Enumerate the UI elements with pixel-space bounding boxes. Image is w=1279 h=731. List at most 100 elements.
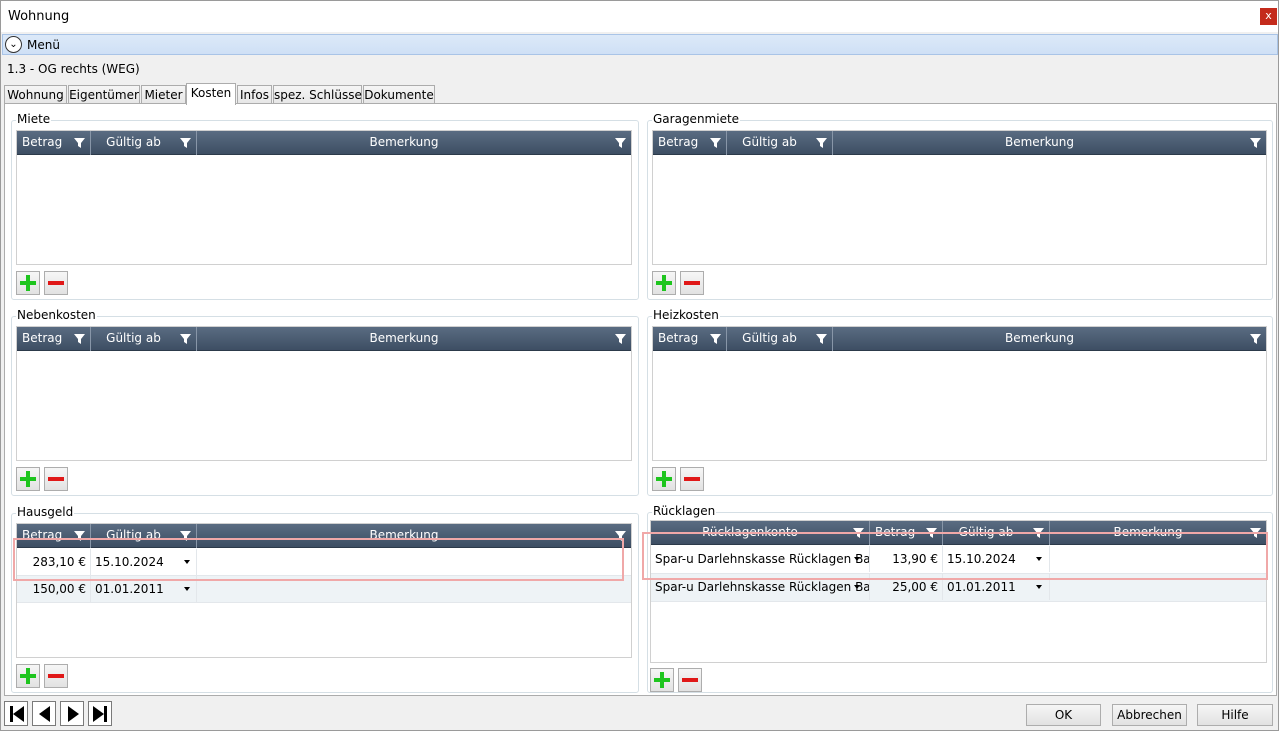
dropdown-arrow-icon[interactable] [184, 587, 190, 591]
cell-betrag[interactable]: 283,10 € [17, 549, 91, 575]
cell-gueltig-ab[interactable]: 15.10.2024 [91, 549, 197, 575]
cell-betrag[interactable]: 150,00 € [17, 576, 91, 602]
column-header-bemerkung[interactable]: Bemerkung [197, 327, 631, 351]
column-header-betrag[interactable]: Betrag [653, 131, 727, 155]
column-header-gueltig-ab[interactable]: Gültig ab [91, 131, 197, 155]
filter-icon[interactable] [1250, 528, 1261, 538]
cell-gueltig-ab[interactable]: 01.01.2011 [91, 576, 197, 602]
cell-gueltig-ab[interactable]: 01.01.2011 [943, 574, 1050, 600]
tab-spez-schluessel[interactable]: spez. Schlüssel [273, 85, 365, 105]
column-header-bemerkung[interactable]: Bemerkung [1050, 521, 1266, 545]
table-row[interactable]: 283,10 € 15.10.2024 [17, 549, 631, 576]
table-row[interactable]: 150,00 € 01.01.2011 [17, 576, 631, 603]
garagenmiete-add-button[interactable] [652, 271, 676, 295]
column-header-gueltig-ab[interactable]: Gültig ab [91, 524, 197, 548]
filter-icon[interactable] [615, 531, 626, 541]
cancel-button[interactable]: Abbrechen [1112, 704, 1187, 726]
filter-icon[interactable] [615, 334, 626, 344]
column-header-bemerkung[interactable]: Bemerkung [833, 131, 1266, 155]
column-header-betrag[interactable]: Betrag [17, 131, 91, 155]
column-header-betrag[interactable]: Betrag [17, 524, 91, 548]
heizkosten-remove-button[interactable] [680, 467, 704, 491]
miete-grid[interactable]: Betrag Gültig ab Bemerkung [16, 130, 632, 265]
dropdown-arrow-icon[interactable] [854, 585, 860, 589]
column-header-gueltig-ab[interactable]: Gültig ab [91, 327, 197, 351]
garagenmiete-grid[interactable]: Betrag Gültig ab Bemerkung [652, 130, 1267, 265]
cell-bemerkung[interactable] [1050, 574, 1266, 600]
dropdown-arrow-icon[interactable] [1036, 585, 1042, 589]
tab-wohnung[interactable]: Wohnung [4, 85, 67, 105]
column-header-gueltig-ab[interactable]: Gültig ab [727, 131, 833, 155]
column-header-bemerkung[interactable]: Bemerkung [197, 524, 631, 548]
cell-bemerkung[interactable] [197, 549, 631, 575]
filter-icon[interactable] [816, 334, 827, 344]
last-record-icon [93, 706, 104, 722]
miete-add-button[interactable] [16, 271, 40, 295]
filter-icon[interactable] [615, 138, 626, 148]
last-record-button[interactable] [88, 701, 112, 726]
garagenmiete-remove-button[interactable] [680, 271, 704, 295]
filter-icon[interactable] [1033, 528, 1044, 538]
column-header-gueltig-ab[interactable]: Gültig ab [727, 327, 833, 351]
tab-kosten[interactable]: Kosten [186, 83, 236, 105]
ruecklagen-grid[interactable]: Rücklagenkonto Betrag Gültig ab Bemerkun… [650, 520, 1267, 663]
filter-icon[interactable] [710, 138, 721, 148]
filter-icon[interactable] [180, 531, 191, 541]
column-header-ruecklagenkonto[interactable]: Rücklagenkonto [651, 521, 870, 545]
filter-icon[interactable] [74, 531, 85, 541]
filter-icon[interactable] [926, 528, 937, 538]
miete-remove-button[interactable] [44, 271, 68, 295]
cell-gueltig-ab[interactable]: 15.10.2024 [943, 546, 1050, 572]
ok-button[interactable]: OK [1026, 704, 1101, 726]
hausgeld-remove-button[interactable] [44, 664, 68, 688]
nebenkosten-add-button[interactable] [16, 467, 40, 491]
filter-icon[interactable] [816, 138, 827, 148]
first-record-button[interactable] [4, 701, 28, 726]
filter-icon[interactable] [74, 138, 85, 148]
cell-bemerkung[interactable] [1050, 546, 1266, 572]
tab-infos[interactable]: Infos [237, 85, 272, 105]
help-button[interactable]: Hilfe [1197, 704, 1273, 726]
cell-bemerkung[interactable] [197, 576, 631, 602]
cell-betrag[interactable]: 13,90 € [870, 546, 943, 572]
filter-icon[interactable] [180, 334, 191, 344]
column-header-betrag[interactable]: Betrag [653, 327, 727, 351]
column-header-bemerkung[interactable]: Bemerkung [833, 327, 1266, 351]
dropdown-arrow-icon[interactable] [184, 560, 190, 564]
cell-betrag[interactable]: 25,00 € [870, 574, 943, 600]
cell-ruecklagenkonto[interactable]: Spar-u Darlehnskasse Rücklagen Ba [651, 574, 870, 600]
previous-record-button[interactable] [32, 701, 56, 726]
filter-icon[interactable] [853, 528, 864, 538]
hausgeld-add-button[interactable] [16, 664, 40, 688]
column-header-betrag[interactable]: Betrag [17, 327, 91, 351]
column-header-gueltig-ab[interactable]: Gültig ab [943, 521, 1050, 545]
column-header-bemerkung[interactable]: Bemerkung [197, 131, 631, 155]
hausgeld-grid[interactable]: Betrag Gültig ab Bemerkung 283,10 € 15.1… [16, 523, 632, 658]
next-record-button[interactable] [60, 701, 84, 726]
chevron-down-circle-icon[interactable]: ⌄ [5, 36, 22, 53]
tab-mieter[interactable]: Mieter [141, 85, 186, 105]
tab-dokumente[interactable]: Dokumente [363, 85, 435, 105]
menu-bar[interactable]: ⌄ Menü [2, 34, 1278, 55]
close-button[interactable]: x [1260, 8, 1277, 25]
column-header-betrag[interactable]: Betrag [870, 521, 943, 545]
filter-icon[interactable] [74, 334, 85, 344]
heizkosten-add-button[interactable] [652, 467, 676, 491]
table-row[interactable]: Spar-u Darlehnskasse Rücklagen Ba 13,90 … [651, 546, 1266, 574]
filter-icon[interactable] [1250, 334, 1261, 344]
filter-icon[interactable] [180, 138, 191, 148]
dropdown-arrow-icon[interactable] [1036, 557, 1042, 561]
dropdown-arrow-icon[interactable] [854, 557, 860, 561]
tab-eigentuemer[interactable]: Eigentümer [68, 85, 140, 105]
nebenkosten-label: Nebenkosten [16, 308, 97, 322]
menu-label[interactable]: Menü [27, 38, 60, 52]
filter-icon[interactable] [710, 334, 721, 344]
cell-ruecklagenkonto[interactable]: Spar-u Darlehnskasse Rücklagen Ba [651, 546, 870, 572]
heizkosten-grid[interactable]: Betrag Gültig ab Bemerkung [652, 326, 1267, 461]
ruecklagen-add-button[interactable] [650, 668, 674, 692]
filter-icon[interactable] [1250, 138, 1261, 148]
nebenkosten-remove-button[interactable] [44, 467, 68, 491]
nebenkosten-grid[interactable]: Betrag Gültig ab Bemerkung [16, 326, 632, 461]
table-row[interactable]: Spar-u Darlehnskasse Rücklagen Ba 25,00 … [651, 574, 1266, 602]
ruecklagen-remove-button[interactable] [678, 668, 702, 692]
